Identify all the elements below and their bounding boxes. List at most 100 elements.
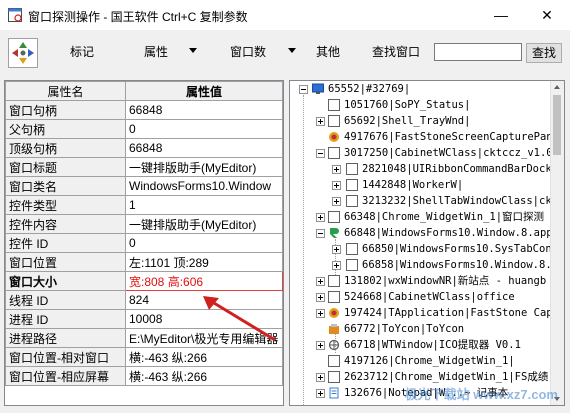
expand-icon[interactable]: [316, 117, 325, 126]
property-value[interactable]: WindowsForms10.Window: [125, 176, 283, 196]
tree-node[interactable]: 4917676|FastStoneScreenCapturePan: [290, 129, 552, 145]
property-value[interactable]: 一键排版助手(MyEditor): [125, 214, 283, 234]
expand-icon[interactable]: [316, 277, 325, 286]
tree-node[interactable]: 131802|wxWindowNR|新站点 - huangb: [290, 273, 552, 289]
expand-icon[interactable]: [316, 213, 325, 222]
expand-icon[interactable]: [316, 389, 325, 398]
property-name: 父句柄: [5, 119, 126, 139]
table-row[interactable]: 顶级句柄 66848: [5, 138, 283, 158]
window-count-menu[interactable]: 窗口数: [230, 43, 266, 60]
collapse-icon[interactable]: [299, 85, 308, 94]
scrollbar-thumb[interactable]: [553, 95, 561, 155]
property-value[interactable]: 横:-463 纵:266: [125, 347, 283, 367]
property-value[interactable]: 横:-463 纵:266: [125, 366, 283, 386]
minimize-icon: —: [494, 7, 508, 23]
collapse-icon[interactable]: [316, 229, 325, 238]
expand-icon[interactable]: [332, 181, 341, 190]
tree-node-label: 66718|WTWindow|ICO提取器 V0.1: [344, 339, 521, 351]
tree-node[interactable]: 197424|TApplication|FastStone Cap: [290, 305, 552, 321]
crosshair-target-icon[interactable]: [8, 38, 38, 68]
property-value[interactable]: 0: [125, 233, 283, 253]
tree-node[interactable]: 66348|Chrome_WidgetWin_1|窗口探测: [290, 209, 552, 225]
tree-node-label: 1051760|SoPY_Status|: [344, 99, 471, 111]
expand-icon[interactable]: [316, 293, 325, 302]
tree-node-label: 66848|WindowsForms10.Window.8.app: [344, 227, 552, 239]
expand-icon[interactable]: [332, 165, 341, 174]
tree-node-label: 197424|TApplication|FastStone Cap: [344, 307, 552, 319]
toycon-icon: [329, 324, 339, 334]
tree-node-label: 66850|WindowsForms10.SysTabCon: [362, 243, 552, 255]
table-row[interactable]: 控件类型 1: [5, 195, 283, 215]
collapse-icon[interactable]: [316, 149, 325, 158]
property-value[interactable]: 66848: [125, 100, 283, 120]
property-value[interactable]: 左:1101 顶:289: [125, 252, 283, 272]
expand-icon[interactable]: [316, 373, 325, 382]
tree-node-label: 3017250|CabinetWClass|cktccz_v1.0: [344, 147, 552, 159]
tree-node-selected[interactable]: 66848|WindowsForms10.Window.8.app: [290, 225, 552, 241]
table-row[interactable]: 控件 ID 0: [5, 233, 283, 253]
expand-icon[interactable]: [332, 261, 341, 270]
grid-header: 属性名 属性值: [5, 81, 283, 101]
table-row[interactable]: 窗口位置-相应屏幕 横:-463 纵:266: [5, 366, 283, 386]
window-icon: [328, 115, 340, 127]
expand-icon[interactable]: [316, 341, 325, 350]
expand-icon[interactable]: [316, 309, 325, 318]
minimize-button[interactable]: —: [478, 0, 524, 30]
tree-node[interactable]: 2623712|Chrome_WidgetWin_1|FS成绩: [290, 369, 552, 385]
tree-node[interactable]: 1051760|SoPY_Status|: [290, 97, 552, 113]
table-row[interactable]: 窗口位置-相对窗口 横:-463 纵:266: [5, 347, 283, 367]
faststone-icon: [329, 132, 339, 142]
tree-node[interactable]: 65692|Shell_TrayWnd|: [290, 113, 552, 129]
property-value[interactable]: 1: [125, 195, 283, 215]
table-row-selected[interactable]: 窗口大小 宽:808 高:606: [5, 271, 283, 291]
tree-node[interactable]: 1442848|WorkerW|: [290, 177, 552, 193]
scroll-up-icon[interactable]: [554, 85, 560, 89]
window-icon: [346, 259, 358, 271]
table-row[interactable]: 窗口类名 WindowsForms10.Window: [5, 176, 283, 196]
expand-icon[interactable]: [332, 245, 341, 254]
property-value[interactable]: 一键排版助手(MyEditor): [125, 157, 283, 177]
table-row[interactable]: 窗口句柄 66848: [5, 100, 283, 120]
tree-node[interactable]: 66772|ToYcon|ToYcon: [290, 321, 552, 337]
tree-node[interactable]: 2821048|UIRibbonCommandBarDock: [290, 161, 552, 177]
tree-node[interactable]: 66858|WindowsForms10.Window.8.: [290, 257, 552, 273]
tree-node-label: 66348|Chrome_WidgetWin_1|窗口探测: [344, 211, 545, 223]
property-value[interactable]: 0: [125, 119, 283, 139]
attribute-dropdown-icon[interactable]: [189, 48, 197, 53]
tree-node[interactable]: 66718|WTWindow|ICO提取器 V0.1: [290, 337, 552, 353]
other-menu[interactable]: 其他: [316, 43, 340, 60]
tree-node[interactable]: 66850|WindowsForms10.SysTabCon: [290, 241, 552, 257]
attribute-menu[interactable]: 属性: [144, 43, 168, 60]
window-count-dropdown-icon[interactable]: [288, 48, 296, 53]
table-row[interactable]: 控件内容 一键排版助手(MyEditor): [5, 214, 283, 234]
property-value-selected[interactable]: 宽:808 高:606: [125, 271, 283, 291]
tree-node[interactable]: 65552|#32769|: [290, 81, 552, 97]
close-button[interactable]: ✕: [524, 0, 570, 30]
table-row[interactable]: 窗口标题 一键排版助手(MyEditor): [5, 157, 283, 177]
mark-menu[interactable]: 标记: [70, 43, 94, 60]
window-tree[interactable]: 65552|#32769| 1051760|SoPY_Status| 65692…: [289, 80, 565, 406]
ico-extractor-icon: [328, 339, 340, 351]
tree-node-label: 4917676|FastStoneScreenCapturePan: [344, 131, 552, 143]
property-name: 线程 ID: [5, 290, 126, 310]
property-name: 控件 ID: [5, 233, 126, 253]
tree-node[interactable]: 4197126|Chrome_WidgetWin_1|: [290, 353, 552, 369]
table-row[interactable]: 窗口位置 左:1101 顶:289: [5, 252, 283, 272]
notepad-icon: [329, 387, 339, 399]
table-row[interactable]: 父句柄 0: [5, 119, 283, 139]
toolbar: 标记 属性 窗口数 其他 查找窗口 查找: [0, 30, 570, 74]
window-title: 窗口探测操作 - 国王软件 Ctrl+C 复制参数: [28, 10, 248, 24]
tree-node-label: 2821048|UIRibbonCommandBarDock: [362, 163, 552, 175]
tree-node-label: 66772|ToYcon|ToYcon: [344, 323, 465, 335]
search-button[interactable]: 查找: [526, 43, 562, 63]
tree-node[interactable]: 3213232|ShellTabWindowClass|ck: [290, 193, 552, 209]
property-name: 窗口标题: [5, 157, 126, 177]
tree-node[interactable]: 3017250|CabinetWClass|cktccz_v1.0: [290, 145, 552, 161]
property-name: 进程路径: [5, 328, 126, 348]
find-window-input[interactable]: [434, 43, 522, 61]
tree-scrollbar[interactable]: [550, 81, 564, 405]
property-value[interactable]: 66848: [125, 138, 283, 158]
expand-icon[interactable]: [332, 197, 341, 206]
tree-node[interactable]: 524668|CabinetWClass|office: [290, 289, 552, 305]
watermark: 极光下载站 www.xz7.com: [404, 387, 558, 402]
